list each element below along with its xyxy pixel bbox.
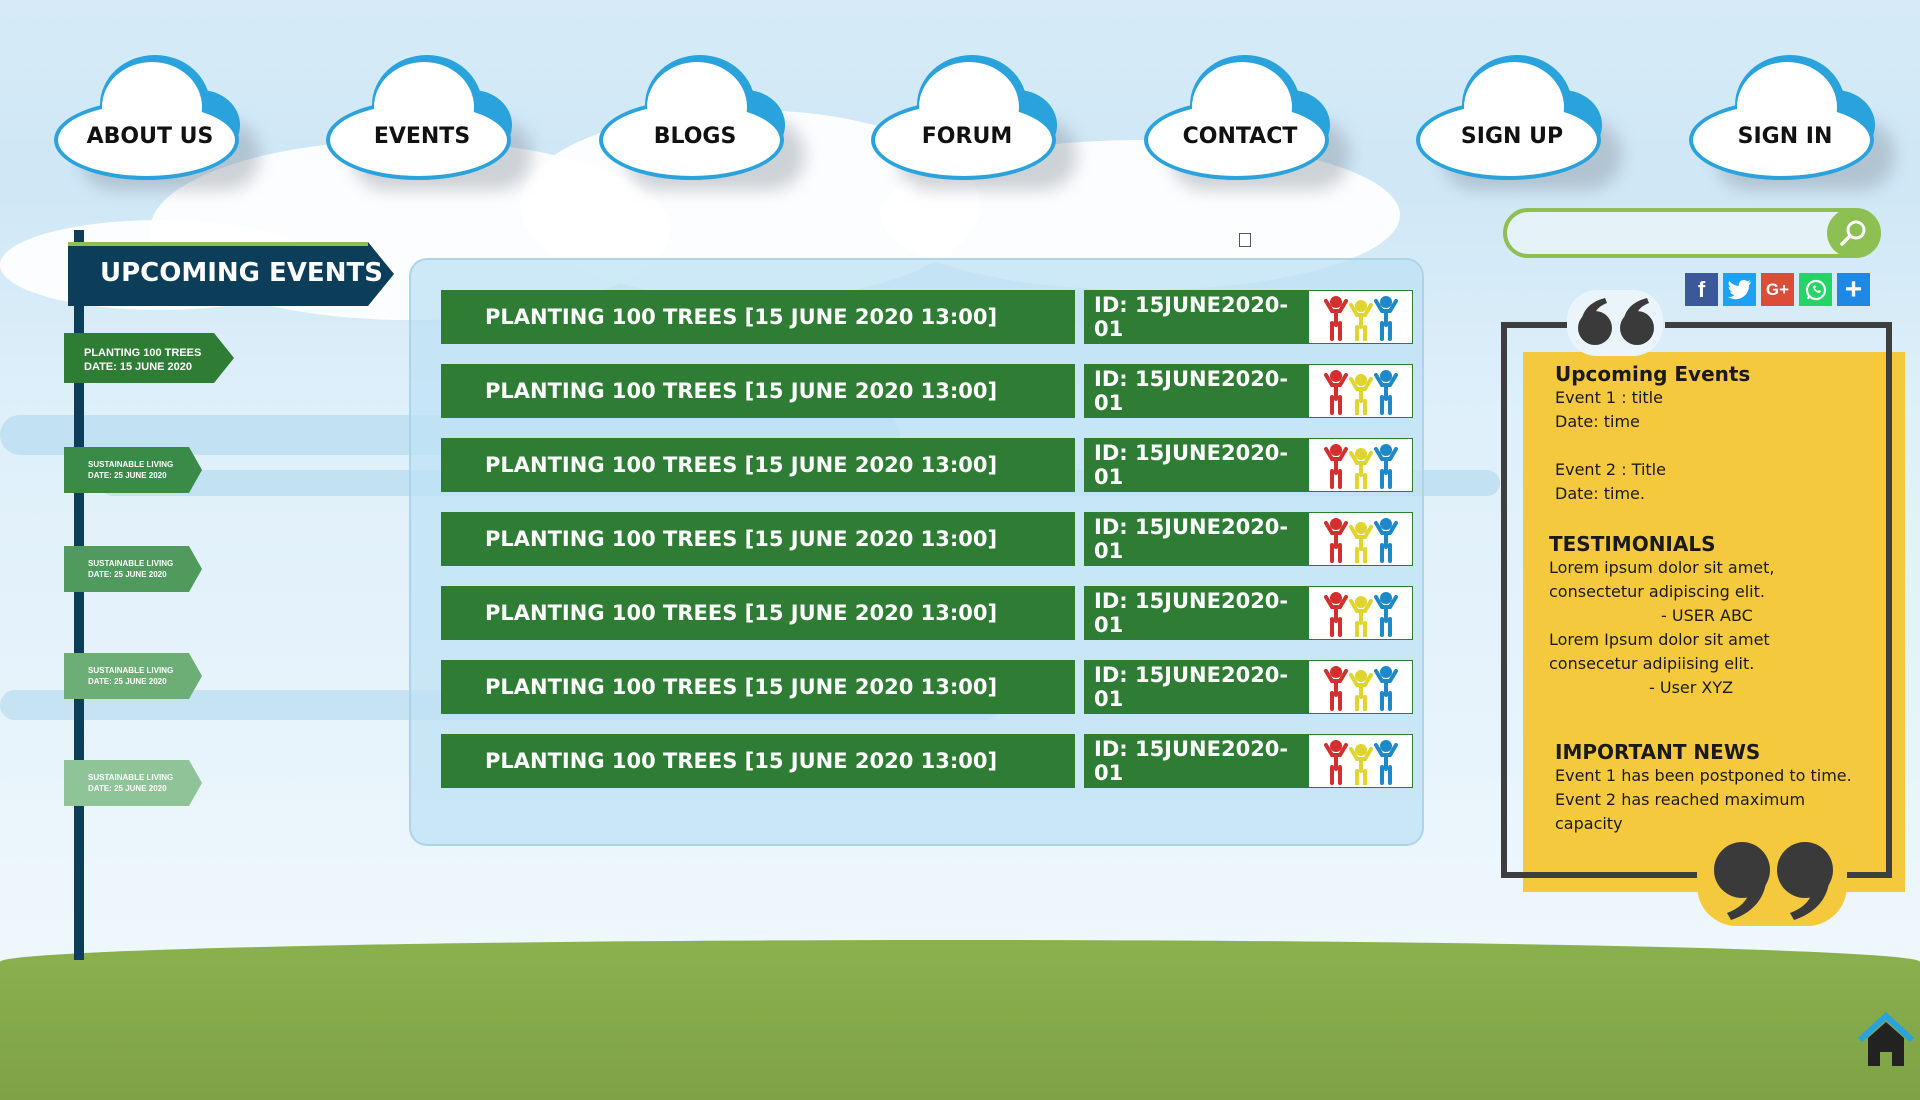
- news-item: Event 1 has been postponed to time.: [1555, 766, 1852, 785]
- sidebar-event2-date: Date: time.: [1555, 484, 1645, 503]
- search-box: [1503, 208, 1881, 258]
- quote-open-icon: [1567, 290, 1663, 356]
- event-id: ID: 15JUNE2020-01: [1084, 512, 1308, 566]
- sidebar-event1-title: Event 1 : title: [1555, 388, 1663, 407]
- info-card-content: Upcoming Events Event 1 : title Date: ti…: [1549, 362, 1889, 836]
- timeline-sign-title: SUSTAINABLE LIVING: [88, 666, 174, 675]
- quote-close-icon: [1697, 830, 1847, 926]
- testimonial-text: consecetur adipiising elit.: [1549, 654, 1755, 673]
- people-cheering-icon: [1308, 660, 1413, 714]
- info-card-frame: [1501, 322, 1567, 328]
- event-id: ID: 15JUNE2020-01: [1084, 364, 1308, 418]
- people-cheering-icon: [1308, 290, 1413, 344]
- home-icon: [1857, 1011, 1915, 1066]
- nav-forum[interactable]: FORUM: [867, 50, 1077, 190]
- event-title: PLANTING 100 TREES [15 JUNE 2020 13:00]: [441, 364, 1075, 418]
- checkbox[interactable]: [1239, 233, 1251, 247]
- facebook-icon[interactable]: f: [1685, 273, 1718, 306]
- event-row[interactable]: PLANTING 100 TREES [15 JUNE 2020 13:00] …: [441, 586, 1413, 640]
- event-title: PLANTING 100 TREES [15 JUNE 2020 13:00]: [441, 290, 1075, 344]
- event-row[interactable]: PLANTING 100 TREES [15 JUNE 2020 13:00] …: [441, 438, 1413, 492]
- sidebar-news-title: IMPORTANT NEWS: [1555, 740, 1761, 764]
- event-id: ID: 15JUNE2020-01: [1084, 290, 1308, 344]
- event-title: PLANTING 100 TREES [15 JUNE 2020 13:00]: [441, 438, 1075, 492]
- timeline-sign-date: DATE: 25 JUNE 2020: [88, 570, 167, 579]
- upcoming-events-banner: UPCOMING EVENTS: [68, 242, 394, 306]
- event-title: PLANTING 100 TREES [15 JUNE 2020 13:00]: [441, 512, 1075, 566]
- testimonial-text: consectetur adipiscing elit.: [1549, 582, 1765, 601]
- nav-label: ABOUT US: [86, 124, 214, 149]
- timeline-sign-title: PLANTING 100 TREES: [84, 347, 202, 359]
- event-title: PLANTING 100 TREES [15 JUNE 2020 13:00]: [441, 586, 1075, 640]
- sidebar-event2-title: Event 2 : Title: [1555, 460, 1666, 479]
- nav-about-us[interactable]: ABOUT US: [50, 50, 260, 190]
- event-row[interactable]: PLANTING 100 TREES [15 JUNE 2020 13:00] …: [441, 364, 1413, 418]
- testimonial-author: - USER ABC: [1661, 606, 1753, 625]
- sidebar-testimonials-title: TESTIMONIALS: [1549, 532, 1716, 556]
- timeline-sign[interactable]: SUSTAINABLE LIVING DATE: 25 JUNE 2020: [64, 653, 202, 699]
- timeline-sign-date: DATE: 25 JUNE 2020: [88, 784, 167, 793]
- nav-sign-up[interactable]: SIGN UP: [1412, 50, 1622, 190]
- timeline-sign-title: SUSTAINABLE LIVING: [88, 773, 174, 782]
- google-plus-icon[interactable]: G+: [1761, 273, 1794, 306]
- home-button[interactable]: [1856, 1010, 1916, 1075]
- timeline-sign-date: DATE: 15 JUNE 2020: [84, 361, 193, 373]
- social-share-bar: f G+ +: [1685, 273, 1870, 306]
- nav-blogs[interactable]: BLOGS: [595, 50, 805, 190]
- event-title: PLANTING 100 TREES [15 JUNE 2020 13:00]: [441, 734, 1075, 788]
- nav-label: EVENTS: [373, 124, 471, 149]
- timeline-sign-title: SUSTAINABLE LIVING: [88, 460, 174, 469]
- nav-label: CONTACT: [1182, 124, 1298, 149]
- main-nav: ABOUT US EVENTS BLOGS FORUM CONTACT SIGN…: [0, 50, 1920, 200]
- testimonial-author: - User XYZ: [1649, 678, 1734, 697]
- people-cheering-icon: [1308, 512, 1413, 566]
- event-row[interactable]: PLANTING 100 TREES [15 JUNE 2020 13:00] …: [441, 660, 1413, 714]
- timeline-sign[interactable]: PLANTING 100 TREES DATE: 15 JUNE 2020: [64, 333, 234, 383]
- event-row[interactable]: PLANTING 100 TREES [15 JUNE 2020 13:00] …: [441, 290, 1413, 344]
- event-row[interactable]: PLANTING 100 TREES [15 JUNE 2020 13:00] …: [441, 512, 1413, 566]
- people-cheering-icon: [1308, 438, 1413, 492]
- nav-label: BLOGS: [653, 124, 737, 149]
- upcoming-events-title: UPCOMING EVENTS: [100, 258, 383, 288]
- people-cheering-icon: [1308, 586, 1413, 640]
- timeline-sign[interactable]: SUSTAINABLE LIVING DATE: 25 JUNE 2020: [64, 546, 202, 592]
- search-input[interactable]: [1521, 218, 1825, 250]
- timeline-sign[interactable]: SUSTAINABLE LIVING DATE: 25 JUNE 2020: [64, 760, 202, 806]
- event-id: ID: 15JUNE2020-01: [1084, 438, 1308, 492]
- nav-label: SIGN UP: [1460, 124, 1564, 149]
- sidebar-upcoming-title: Upcoming Events: [1555, 362, 1751, 386]
- nav-events[interactable]: EVENTS: [322, 50, 532, 190]
- event-id: ID: 15JUNE2020-01: [1084, 586, 1308, 640]
- nav-label: SIGN IN: [1737, 124, 1833, 149]
- timeline-sign-date: DATE: 25 JUNE 2020: [88, 677, 167, 686]
- news-item: capacity: [1555, 814, 1623, 833]
- event-id: ID: 15JUNE2020-01: [1084, 660, 1308, 714]
- search-button[interactable]: [1827, 208, 1879, 258]
- sidebar-event1-date: Date: time: [1555, 412, 1640, 431]
- grass-ground: [0, 940, 1920, 1100]
- timeline-sign-date: DATE: 25 JUNE 2020: [88, 471, 167, 480]
- people-cheering-icon: [1308, 364, 1413, 418]
- people-cheering-icon: [1308, 734, 1413, 788]
- nav-sign-in[interactable]: SIGN IN: [1685, 50, 1895, 190]
- info-card-frame: [1665, 322, 1892, 328]
- event-title: PLANTING 100 TREES [15 JUNE 2020 13:00]: [441, 660, 1075, 714]
- testimonial-text: Lorem Ipsum dolor sit amet: [1549, 630, 1770, 649]
- event-id: ID: 15JUNE2020-01: [1084, 734, 1308, 788]
- search-icon: [1840, 220, 1866, 246]
- testimonial-text: Lorem ipsum dolor sit amet,: [1549, 558, 1775, 577]
- event-row[interactable]: PLANTING 100 TREES [15 JUNE 2020 13:00] …: [441, 734, 1413, 788]
- timeline-sign-title: SUSTAINABLE LIVING: [88, 559, 174, 568]
- twitter-icon[interactable]: [1723, 273, 1756, 306]
- share-plus-icon[interactable]: +: [1837, 273, 1870, 306]
- nav-contact[interactable]: CONTACT: [1140, 50, 1350, 190]
- nav-label: FORUM: [921, 124, 1013, 149]
- timeline-sign[interactable]: SUSTAINABLE LIVING DATE: 25 JUNE 2020: [64, 447, 202, 493]
- whatsapp-icon[interactable]: [1799, 273, 1832, 306]
- news-item: Event 2 has reached maximum: [1555, 790, 1806, 809]
